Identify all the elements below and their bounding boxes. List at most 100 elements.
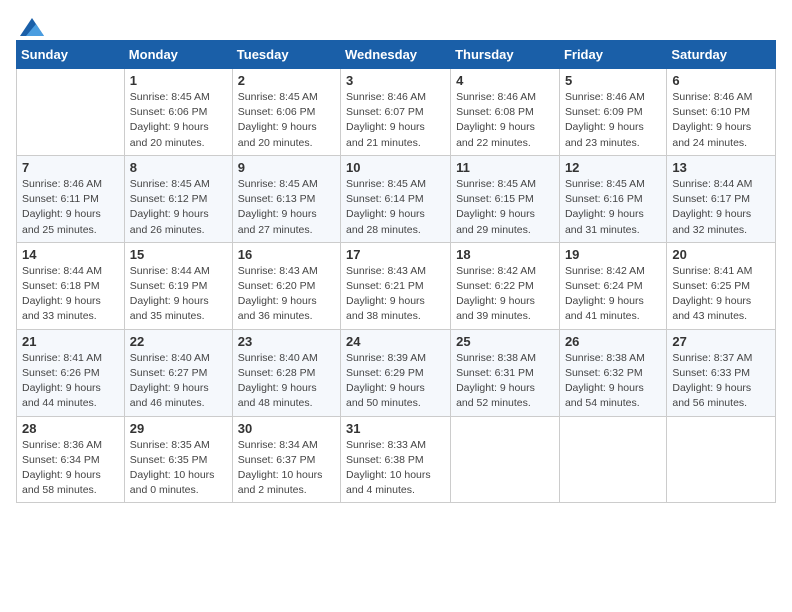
day-number: 15: [130, 247, 227, 262]
calendar-cell: 3Sunrise: 8:46 AMSunset: 6:07 PMDaylight…: [341, 69, 451, 156]
calendar-cell: 25Sunrise: 8:38 AMSunset: 6:31 PMDayligh…: [451, 329, 560, 416]
day-info: Sunrise: 8:43 AMSunset: 6:20 PMDaylight:…: [238, 264, 335, 325]
day-number: 29: [130, 421, 227, 436]
day-info: Sunrise: 8:46 AMSunset: 6:08 PMDaylight:…: [456, 90, 554, 151]
day-of-week-header: Thursday: [451, 41, 560, 69]
day-number: 10: [346, 160, 445, 175]
day-info: Sunrise: 8:46 AMSunset: 6:11 PMDaylight:…: [22, 177, 119, 238]
day-number: 9: [238, 160, 335, 175]
day-info: Sunrise: 8:44 AMSunset: 6:18 PMDaylight:…: [22, 264, 119, 325]
day-info: Sunrise: 8:41 AMSunset: 6:25 PMDaylight:…: [672, 264, 770, 325]
calendar-cell: 19Sunrise: 8:42 AMSunset: 6:24 PMDayligh…: [559, 242, 666, 329]
day-info: Sunrise: 8:45 AMSunset: 6:13 PMDaylight:…: [238, 177, 335, 238]
day-info: Sunrise: 8:40 AMSunset: 6:27 PMDaylight:…: [130, 351, 227, 412]
day-info: Sunrise: 8:45 AMSunset: 6:14 PMDaylight:…: [346, 177, 445, 238]
calendar-cell: 11Sunrise: 8:45 AMSunset: 6:15 PMDayligh…: [451, 155, 560, 242]
day-info: Sunrise: 8:46 AMSunset: 6:10 PMDaylight:…: [672, 90, 770, 151]
day-info: Sunrise: 8:35 AMSunset: 6:35 PMDaylight:…: [130, 438, 227, 499]
calendar-cell: 4 Sunrise: 8:46 AMSunset: 6:08 PMDaylight…: [451, 69, 560, 156]
day-info: Sunrise: 8:46 AMSunset: 6:09 PMDaylight:…: [565, 90, 661, 151]
day-number: 17: [346, 247, 445, 262]
day-info: Sunrise: 8:33 AMSunset: 6:38 PMDaylight:…: [346, 438, 445, 499]
day-info: Sunrise: 8:37 AMSunset: 6:33 PMDaylight:…: [672, 351, 770, 412]
calendar-week-row: 21 Sunrise: 8:41 AMSunset: 6:26 PMDayligh…: [17, 329, 776, 416]
logo: [16, 16, 46, 32]
day-info: Sunrise: 8:43 AMSunset: 6:21 PMDaylight:…: [346, 264, 445, 325]
calendar-week-row: 7 Sunrise: 8:46 AMSunset: 6:11 PMDaylight…: [17, 155, 776, 242]
calendar-cell: 13 Sunrise: 8:44 AMSunset: 6:17 PMDayligh…: [667, 155, 776, 242]
day-number: 22: [130, 334, 227, 349]
calendar-cell: [17, 69, 125, 156]
calendar-cell: 26Sunrise: 8:38 AMSunset: 6:32 PMDayligh…: [559, 329, 666, 416]
calendar-cell: 2 Sunrise: 8:45 AMSunset: 6:06 PMDaylight…: [232, 69, 340, 156]
day-of-week-header: Wednesday: [341, 41, 451, 69]
calendar-cell: [451, 416, 560, 503]
calendar-cell: 14 Sunrise: 8:44 AMSunset: 6:18 PMDayligh…: [17, 242, 125, 329]
day-number: 13: [672, 160, 770, 175]
day-number: 30: [238, 421, 335, 436]
calendar-cell: 29 Sunrise: 8:35 AMSunset: 6:35 PMDayligh…: [124, 416, 232, 503]
day-info: Sunrise: 8:45 AMSunset: 6:16 PMDaylight:…: [565, 177, 661, 238]
day-info: Sunrise: 8:38 AMSunset: 6:31 PMDaylight:…: [456, 351, 554, 412]
calendar-cell: [559, 416, 666, 503]
day-number: 20: [672, 247, 770, 262]
day-info: Sunrise: 8:34 AMSunset: 6:37 PMDaylight:…: [238, 438, 335, 499]
calendar-cell: 17 Sunrise: 8:43 AMSunset: 6:21 PMDayligh…: [341, 242, 451, 329]
day-number: 27: [672, 334, 770, 349]
calendar-cell: 21 Sunrise: 8:41 AMSunset: 6:26 PMDayligh…: [17, 329, 125, 416]
day-number: 16: [238, 247, 335, 262]
calendar-cell: 28 Sunrise: 8:36 AMSunset: 6:34 PMDayligh…: [17, 416, 125, 503]
day-number: 7: [22, 160, 119, 175]
day-of-week-header: Monday: [124, 41, 232, 69]
day-number: 1: [130, 73, 227, 88]
day-info: Sunrise: 8:38 AMSunset: 6:32 PMDaylight:…: [565, 351, 661, 412]
day-of-week-header: Tuesday: [232, 41, 340, 69]
day-info: Sunrise: 8:36 AMSunset: 6:34 PMDaylight:…: [22, 438, 119, 499]
day-number: 31: [346, 421, 445, 436]
calendar-table: SundayMondayTuesdayWednesdayThursdayFrid…: [16, 40, 776, 503]
day-info: Sunrise: 8:44 AMSunset: 6:17 PMDaylight:…: [672, 177, 770, 238]
calendar-cell: 7 Sunrise: 8:46 AMSunset: 6:11 PMDaylight…: [17, 155, 125, 242]
calendar-cell: 18 Sunrise: 8:42 AMSunset: 6:22 PMDayligh…: [451, 242, 560, 329]
day-info: Sunrise: 8:42 AMSunset: 6:24 PMDaylight:…: [565, 264, 661, 325]
day-number: 12: [565, 160, 661, 175]
calendar-week-row: 28 Sunrise: 8:36 AMSunset: 6:34 PMDayligh…: [17, 416, 776, 503]
day-number: 23: [238, 334, 335, 349]
day-number: 18: [456, 247, 554, 262]
calendar-cell: 10 Sunrise: 8:45 AMSunset: 6:14 PMDayligh…: [341, 155, 451, 242]
day-of-week-header: Friday: [559, 41, 666, 69]
calendar-header-row: SundayMondayTuesdayWednesdayThursdayFrid…: [17, 41, 776, 69]
day-number: 28: [22, 421, 119, 436]
calendar-cell: 5 Sunrise: 8:46 AMSunset: 6:09 PMDaylight…: [559, 69, 666, 156]
day-number: 8: [130, 160, 227, 175]
calendar-cell: 23Sunrise: 8:40 AMSunset: 6:28 PMDayligh…: [232, 329, 340, 416]
logo-icon: [18, 16, 46, 38]
day-number: 2: [238, 73, 335, 88]
day-of-week-header: Sunday: [17, 41, 125, 69]
day-number: 5: [565, 73, 661, 88]
day-info: Sunrise: 8:45 AMSunset: 6:06 PMDaylight:…: [130, 90, 227, 151]
day-info: Sunrise: 8:45 AMSunset: 6:15 PMDaylight:…: [456, 177, 554, 238]
page-header: [16, 16, 776, 32]
day-number: 4: [456, 73, 554, 88]
calendar-cell: 8 Sunrise: 8:45 AMSunset: 6:12 PMDaylight…: [124, 155, 232, 242]
calendar-cell: 24Sunrise: 8:39 AMSunset: 6:29 PMDayligh…: [341, 329, 451, 416]
day-of-week-header: Saturday: [667, 41, 776, 69]
calendar-cell: 20 Sunrise: 8:41 AMSunset: 6:25 PMDayligh…: [667, 242, 776, 329]
day-info: Sunrise: 8:45 AMSunset: 6:12 PMDaylight:…: [130, 177, 227, 238]
calendar-cell: 15Sunrise: 8:44 AMSunset: 6:19 PMDayligh…: [124, 242, 232, 329]
day-info: Sunrise: 8:46 AMSunset: 6:07 PMDaylight:…: [346, 90, 445, 151]
day-number: 24: [346, 334, 445, 349]
calendar-cell: 9 Sunrise: 8:45 AMSunset: 6:13 PMDaylight…: [232, 155, 340, 242]
day-info: Sunrise: 8:41 AMSunset: 6:26 PMDaylight:…: [22, 351, 119, 412]
calendar-cell: [667, 416, 776, 503]
calendar-week-row: 14 Sunrise: 8:44 AMSunset: 6:18 PMDayligh…: [17, 242, 776, 329]
day-number: 21: [22, 334, 119, 349]
day-info: Sunrise: 8:42 AMSunset: 6:22 PMDaylight:…: [456, 264, 554, 325]
calendar-cell: 30 Sunrise: 8:34 AMSunset: 6:37 PMDayligh…: [232, 416, 340, 503]
calendar-cell: 27 Sunrise: 8:37 AMSunset: 6:33 PMDayligh…: [667, 329, 776, 416]
calendar-cell: 22 Sunrise: 8:40 AMSunset: 6:27 PMDayligh…: [124, 329, 232, 416]
day-info: Sunrise: 8:45 AMSunset: 6:06 PMDaylight:…: [238, 90, 335, 151]
calendar-cell: 6Sunrise: 8:46 AMSunset: 6:10 PMDaylight…: [667, 69, 776, 156]
day-number: 14: [22, 247, 119, 262]
